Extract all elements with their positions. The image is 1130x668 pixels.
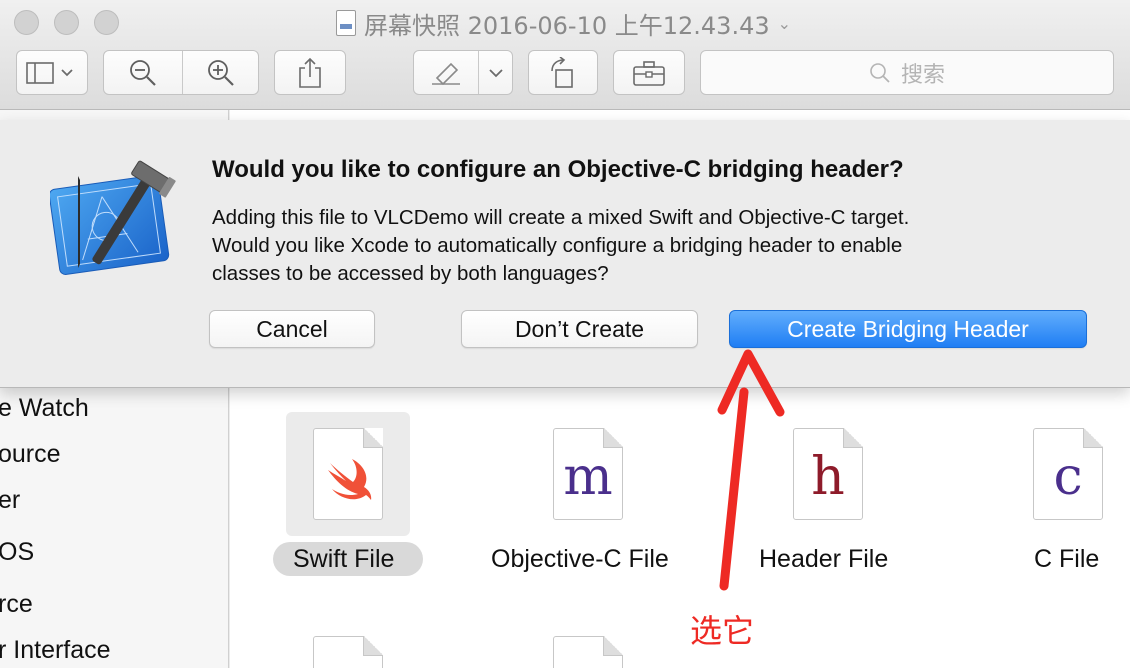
share-icon [299, 57, 321, 88]
sidebar-toggle-button[interactable] [16, 50, 88, 95]
objective-c-file-label[interactable]: Objective-C File [491, 545, 669, 574]
markup-pen-icon [432, 62, 460, 85]
window-title[interactable]: 屏幕快照 2016-06-10 上午12.43.43 ⌄ [336, 8, 792, 40]
zoom-out-icon [130, 59, 156, 86]
swift-file-template[interactable] [313, 428, 383, 520]
chevron-down-icon [489, 68, 503, 77]
alert-message-line: classes to be accessed by both languages… [212, 262, 609, 285]
bridging-header-alert: Would you like to configure an Objective… [0, 120, 1130, 388]
alert-message: Adding this file to VLCDemo will create … [212, 204, 1092, 288]
annotation-text: 选它 [690, 612, 755, 650]
sidebar-toggle-icon [26, 61, 73, 84]
file-template-partial[interactable] [313, 636, 383, 668]
share-button[interactable] [274, 50, 346, 95]
alert-title: Would you like to configure an Objective… [212, 156, 904, 183]
toolbox-button[interactable] [613, 50, 685, 95]
zoom-out-button[interactable] [104, 51, 182, 94]
search-icon [870, 62, 890, 83]
c-file-template[interactable]: c [1033, 428, 1103, 520]
cancel-button[interactable]: Cancel [209, 310, 375, 348]
markup-control [413, 50, 513, 95]
zoom-in-icon [208, 59, 234, 86]
sidebar-item-user-interface[interactable]: r Interface [0, 636, 111, 665]
sidebar-item-os[interactable]: OS [0, 538, 34, 567]
objective-c-m-icon: m [563, 447, 613, 507]
minimize-window-button[interactable] [54, 10, 79, 35]
sidebar-item-watch[interactable]: e Watch [0, 394, 89, 423]
toolbox-icon [633, 60, 665, 86]
sidebar-item-source[interactable]: ource [0, 440, 61, 469]
alert-message-line: Would you like Xcode to automatically co… [212, 234, 903, 257]
markup-button[interactable] [414, 51, 478, 94]
rotate-icon [551, 56, 573, 88]
zoom-window-button[interactable] [94, 10, 119, 35]
rotate-button[interactable] [528, 50, 598, 95]
search-placeholder: 搜索 [900, 62, 945, 88]
c-letter-icon: c [1053, 447, 1083, 507]
sidebar-item-resource[interactable]: rce [0, 590, 33, 619]
document-icon [336, 10, 356, 36]
xcode-app-icon [50, 160, 176, 275]
window-toolbar: 屏幕快照 2016-06-10 上午12.43.43 ⌄ 搜索 [0, 0, 1130, 110]
objective-c-file-template[interactable]: m [553, 428, 623, 520]
markup-menu-button[interactable] [478, 51, 514, 94]
chevron-down-icon: ⌄ [777, 13, 792, 33]
red-arrow-annotation [717, 349, 785, 591]
zoom-in-button[interactable] [182, 51, 260, 94]
window-title-text: 屏幕快照 2016-06-10 上午12.43.43 [364, 11, 770, 40]
file-template-partial[interactable] [553, 636, 623, 668]
alert-message-line: Adding this file to VLCDemo will create … [212, 206, 910, 229]
c-file-label[interactable]: C File [1034, 545, 1099, 574]
swift-logo-icon [328, 459, 372, 500]
swift-file-label[interactable]: Swift File [293, 545, 394, 574]
zoom-control [103, 50, 259, 95]
sidebar-item-other[interactable]: er [0, 486, 20, 515]
search-field[interactable]: 搜索 [700, 50, 1114, 95]
close-window-button[interactable] [14, 10, 39, 35]
dont-create-button[interactable]: Don’t Create [461, 310, 698, 348]
